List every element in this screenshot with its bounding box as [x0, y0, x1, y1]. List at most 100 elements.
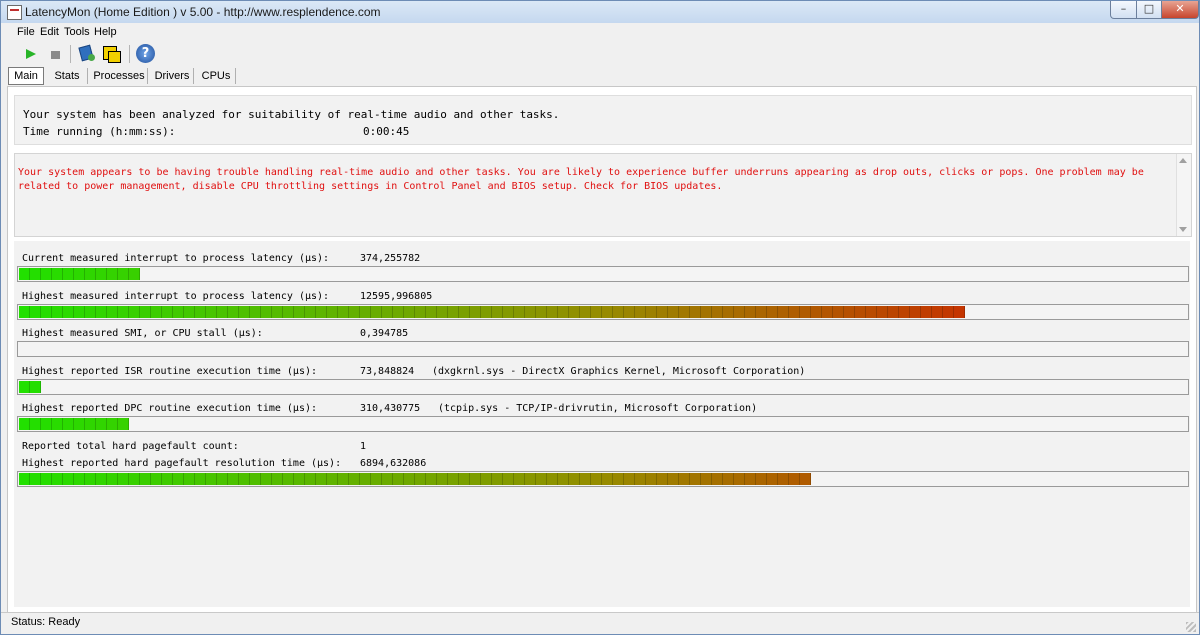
start-icon[interactable] [21, 44, 41, 64]
scroll-down-icon[interactable] [1179, 227, 1187, 232]
tools-icon[interactable] [78, 44, 98, 64]
meter-segment [844, 306, 855, 318]
meter-segment [910, 306, 921, 318]
meter-segment [426, 306, 437, 318]
meter-segment [74, 268, 85, 280]
tab-drivers[interactable]: Drivers [151, 68, 194, 84]
meter-segment [657, 473, 668, 485]
meter-segment [591, 473, 602, 485]
meter-segment [602, 473, 613, 485]
meter-segment [96, 473, 107, 485]
meter-segment [536, 473, 547, 485]
meter-segment [547, 473, 558, 485]
title-bar[interactable]: LatencyMon (Home Edition ) v 5.00 - http… [1, 1, 1199, 23]
meter-segment [382, 473, 393, 485]
meter-segment [107, 473, 118, 485]
meter-segment [129, 306, 140, 318]
meter-segment [943, 306, 954, 318]
meter-segment [371, 306, 382, 318]
meter-segment [151, 473, 162, 485]
meter-segment [954, 306, 965, 318]
meter-segment [228, 473, 239, 485]
meter-segment [327, 473, 338, 485]
toolbar-separator [129, 45, 130, 63]
meter-segment [30, 306, 41, 318]
help-icon[interactable]: ? [136, 44, 155, 63]
meter-segment [371, 473, 382, 485]
meter-segment [492, 473, 503, 485]
cpu-icon[interactable] [102, 44, 122, 64]
meter-segment [349, 306, 360, 318]
meter-segment [217, 473, 228, 485]
tab-processes[interactable]: Processes [91, 68, 148, 84]
meter-segment [30, 473, 41, 485]
conclusion-box[interactable]: Your system appears to be having trouble… [14, 153, 1192, 237]
meter-segment [646, 473, 657, 485]
meter-segment [393, 473, 404, 485]
latency-bar [17, 341, 1189, 357]
meter-segment [756, 473, 767, 485]
close-button[interactable]: ✕ [1161, 1, 1199, 19]
metric-label: Highest measured SMI, or CPU stall (µs): [22, 328, 263, 339]
meter-segment [492, 306, 503, 318]
meter-segment [360, 306, 371, 318]
meter-segment [217, 306, 228, 318]
meter-segment [283, 473, 294, 485]
metric-value: 6894,632086 [360, 458, 427, 469]
analysis-summary: Your system has been analyzed for suitab… [23, 108, 560, 121]
meter-segment [283, 306, 294, 318]
meter-segment [404, 306, 415, 318]
meter-segment [85, 268, 96, 280]
menu-edit[interactable]: Edit [40, 26, 59, 38]
meter-segment [63, 418, 74, 430]
menu-file[interactable]: File [17, 26, 35, 38]
metrics-panel: Current measured interrupt to process la… [14, 241, 1190, 607]
meter-segment [349, 473, 360, 485]
toolbar: ? [1, 42, 1199, 66]
tab-strip: Main Stats Processes Drivers CPUs [1, 66, 1199, 86]
meter-segment [129, 473, 140, 485]
meter-segment [30, 268, 41, 280]
meter-segment [800, 473, 811, 485]
meter-segment [723, 473, 734, 485]
meter-segment [712, 306, 723, 318]
meter-segment [261, 473, 272, 485]
toolbar-separator [70, 45, 71, 63]
metric-label: Highest measured interrupt to process la… [22, 291, 330, 302]
tab-cpus[interactable]: CPUs [197, 68, 236, 84]
meter-segment [261, 306, 272, 318]
meter-segment [701, 306, 712, 318]
menu-help[interactable]: Help [94, 26, 117, 38]
menu-tools[interactable]: Tools [64, 26, 90, 38]
meter-segment [206, 473, 217, 485]
meter-segment [811, 306, 822, 318]
meter-segment [481, 306, 492, 318]
main-panel: Your system has been analyzed for suitab… [7, 86, 1197, 613]
resize-grip-icon[interactable] [1186, 622, 1196, 632]
tab-main[interactable]: Main [8, 67, 44, 85]
meter-segment [96, 306, 107, 318]
metric-value: 12595,996805 [360, 291, 433, 302]
tab-stats[interactable]: Stats [47, 68, 88, 84]
meter-segment [470, 473, 481, 485]
meter-segment [745, 306, 756, 318]
stop-icon[interactable] [45, 44, 65, 64]
maximize-button[interactable]: □ [1136, 1, 1162, 19]
meter-segment [162, 306, 173, 318]
meter-segment [382, 306, 393, 318]
meter-segment [85, 418, 96, 430]
meter-segment [470, 306, 481, 318]
metric-label: Reported total hard pagefault count: [22, 441, 239, 452]
metric-value: 1 [360, 441, 367, 452]
meter-segment [107, 268, 118, 280]
meter-segment [756, 306, 767, 318]
meter-segment [52, 418, 63, 430]
meter-segment [85, 306, 96, 318]
meter-segment [52, 306, 63, 318]
scroll-up-icon[interactable] [1179, 158, 1187, 163]
minimize-button[interactable]: – [1110, 1, 1137, 19]
conclusion-scrollbar[interactable] [1176, 154, 1191, 236]
meter-segment [690, 306, 701, 318]
meter-segment [437, 473, 448, 485]
meter-segment [932, 306, 943, 318]
